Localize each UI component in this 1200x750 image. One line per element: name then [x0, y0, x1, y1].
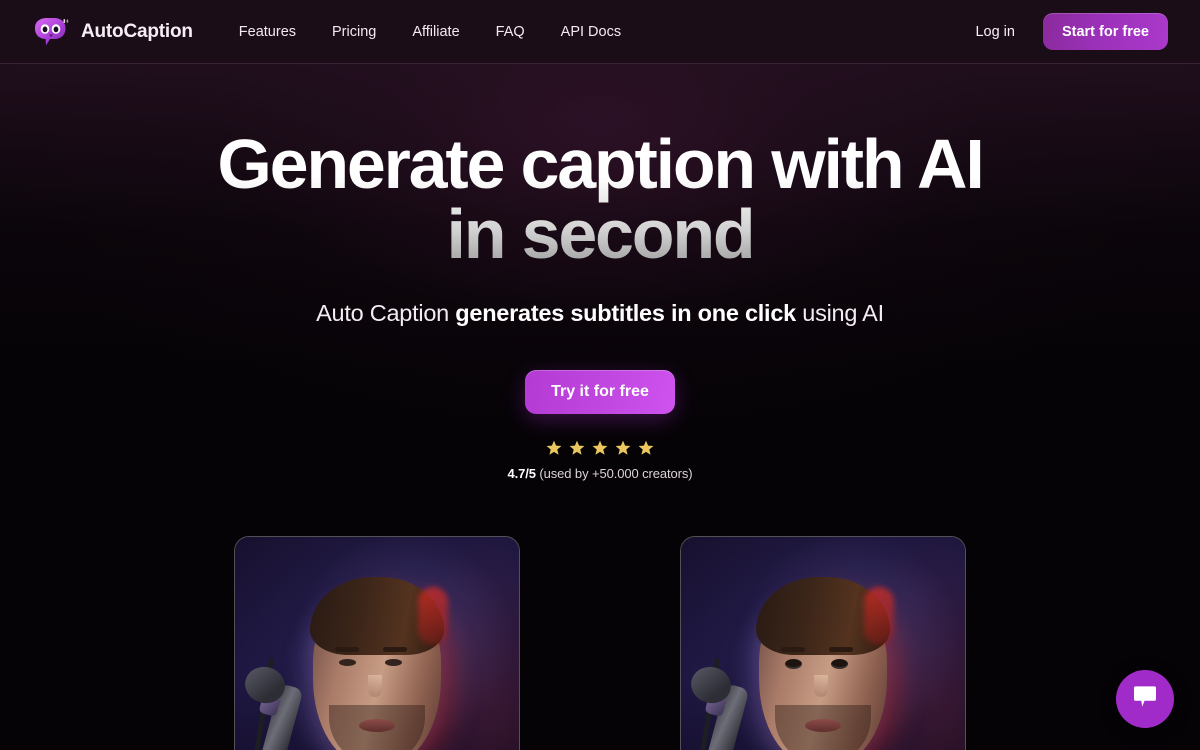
star-icon: [638, 440, 654, 455]
header-actions: Log in Start for free: [975, 13, 1168, 50]
nav-item-affiliate[interactable]: Affiliate: [412, 24, 459, 40]
subject-mouth: [805, 719, 841, 732]
video-preview-right[interactable]: [680, 536, 966, 750]
subject-eye-left: [785, 659, 802, 669]
chat-widget-button[interactable]: [1116, 670, 1174, 728]
nav-item-pricing[interactable]: Pricing: [332, 24, 376, 40]
hero-section: Generate caption with AI in second Auto …: [0, 64, 1200, 481]
subject-nose: [814, 675, 828, 697]
star-rating: [0, 440, 1200, 456]
rating-block: 4.7/5 (used by +50.000 creators): [0, 440, 1200, 481]
video-showcase: [0, 536, 1200, 750]
chat-bubble-icon: [1132, 685, 1158, 714]
subhead-suffix: using AI: [795, 300, 884, 326]
hero-subheading: Auto Caption generates subtitles in one …: [0, 298, 1200, 328]
main-navigation: Features Pricing Affiliate FAQ API Docs: [239, 24, 621, 40]
subject-eye-right: [831, 659, 848, 669]
video-preview-left[interactable]: [234, 536, 520, 750]
site-header: AutoCaption Features Pricing Affiliate F…: [0, 0, 1200, 64]
hero-cta-wrapper: Try it for free: [0, 370, 1200, 414]
subject-brow-right: [383, 647, 407, 652]
subject-eye-right: [385, 659, 402, 666]
page-title: Generate caption with AI in second: [0, 129, 1200, 269]
star-icon: [546, 440, 562, 455]
star-icon: [569, 440, 585, 455]
speech-bubble-face-icon: [32, 17, 70, 47]
rating-score: 4.7/5: [507, 466, 536, 481]
brand-logo-link[interactable]: AutoCaption: [32, 17, 193, 47]
video-frame: [681, 537, 965, 750]
subject-brow-left: [781, 647, 805, 652]
login-link[interactable]: Log in: [975, 24, 1015, 40]
nav-item-faq[interactable]: FAQ: [496, 24, 525, 40]
brand-name: AutoCaption: [81, 20, 193, 42]
nav-item-api-docs[interactable]: API Docs: [561, 24, 621, 40]
start-for-free-button[interactable]: Start for free: [1042, 13, 1168, 50]
subject-brow-left: [335, 647, 359, 652]
rating-text: 4.7/5 (used by +50.000 creators): [0, 466, 1200, 481]
subhead-prefix: Auto Caption: [316, 300, 456, 326]
star-icon: [592, 440, 608, 455]
subject-eye-left: [339, 659, 356, 666]
nav-item-features[interactable]: Features: [239, 24, 296, 40]
rating-note: (used by +50.000 creators): [535, 466, 693, 481]
try-it-for-free-button[interactable]: Try it for free: [525, 370, 675, 414]
subject-nose: [368, 675, 382, 697]
video-frame: [235, 537, 519, 750]
subject-mouth: [359, 719, 395, 732]
subhead-emphasis: generates subtitles in one click: [455, 300, 796, 326]
subject-brow-right: [829, 647, 853, 652]
headline-line-1: Generate caption with AI: [217, 125, 983, 203]
star-icon: [615, 440, 631, 455]
landing-page: AutoCaption Features Pricing Affiliate F…: [0, 0, 1200, 750]
headline-line-2: in second: [446, 195, 754, 273]
